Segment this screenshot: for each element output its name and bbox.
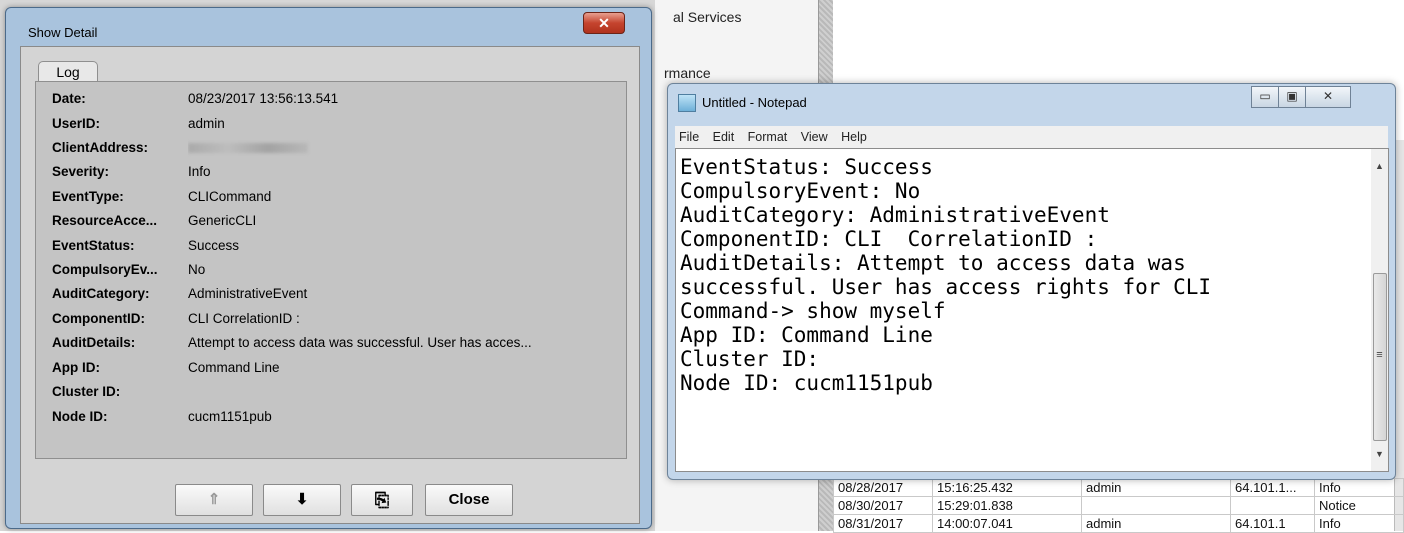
close-icon[interactable]: ✕ (1305, 86, 1351, 108)
background-log-table: 08/28/2017 15:16:25.432 admin 64.101.1..… (833, 478, 1404, 533)
maximize-icon[interactable]: ▣ (1278, 86, 1306, 108)
notepad-icon (678, 94, 696, 112)
field-label: AuditDetails: (52, 335, 136, 350)
copy-icon[interactable]: ⎘ (351, 484, 413, 516)
menu-file[interactable]: File (679, 130, 699, 144)
table-row[interactable]: 08/31/2017 14:00:07.041 admin 64.101.1 I… (833, 514, 1404, 533)
field-value: cucm1151pub (188, 409, 272, 424)
table-cell: 08/31/2017 (833, 514, 933, 533)
table-row[interactable]: 08/30/2017 15:29:01.838 Notice (833, 496, 1404, 515)
field-value: 08/23/2017 13:56:13.541 (188, 91, 339, 106)
field-value: Info (188, 164, 211, 179)
text-line: AuditCategory: AdministrativeEvent (680, 203, 1110, 227)
field-value: admin (188, 116, 225, 131)
close-button[interactable]: Close (425, 484, 513, 516)
redacted-value (188, 143, 308, 153)
text-line: Node ID: cucm1151pub (680, 371, 933, 395)
field-label: Node ID: (52, 409, 108, 424)
field-label: Cluster ID: (52, 384, 121, 399)
table-cell: 08/30/2017 (833, 496, 933, 515)
table-cell: Notice (1314, 496, 1404, 515)
table-cell (1230, 496, 1315, 515)
button-bar: ⇑ ⬇ ⎘ Close (35, 471, 625, 516)
window-title: Untitled - Notepad (702, 95, 807, 110)
scroll-up-icon[interactable]: ▲ (1371, 161, 1388, 171)
text-line: CompulsoryEvent: No (680, 179, 921, 203)
field-value: Command Line (188, 360, 280, 375)
table-cell: 64.101.1 (1230, 514, 1315, 533)
text-line: Command-> show myself (680, 299, 946, 323)
table-cell (1081, 496, 1231, 515)
menu-bar: File Edit Format View Help (675, 126, 1388, 148)
show-detail-window: Show Detail ✕ Log Date: 08/23/2017 13:56:… (5, 7, 652, 529)
field-label: Severity: (52, 164, 110, 179)
table-row[interactable]: 08/28/2017 15:16:25.432 admin 64.101.1..… (833, 478, 1404, 497)
table-cell: 14:00:07.041 (932, 514, 1082, 533)
minimize-icon[interactable]: ▭ (1251, 86, 1279, 108)
text-editor[interactable]: EventStatus: Success CompulsoryEvent: No… (675, 148, 1373, 472)
table-cell: 15:16:25.432 (932, 478, 1082, 497)
field-value: CLI CorrelationID : (188, 311, 300, 326)
text-line: successful. User has access rights for C… (680, 275, 1212, 299)
table-cell: 64.101.1... (1230, 478, 1315, 497)
field-label: Date: (52, 91, 86, 106)
previous-button[interactable]: ⇑ (175, 484, 253, 516)
text-line: App ID: Command Line (680, 323, 933, 347)
field-value: No (188, 262, 206, 277)
field-value (188, 137, 628, 160)
table-cell: Info (1314, 478, 1404, 497)
text-line: ComponentID: CLI CorrelationID : (680, 227, 1098, 251)
field-label: EventType: (52, 189, 124, 204)
vertical-scrollbar[interactable]: ▲ ≡ ▼ (1371, 148, 1389, 472)
field-value: Success (188, 238, 240, 253)
menu-view[interactable]: View (801, 130, 828, 144)
table-cell: 08/28/2017 (833, 478, 933, 497)
nav-item-services[interactable]: al Services (673, 9, 741, 25)
field-value: Attempt to access data was successful. U… (188, 335, 532, 350)
dialog-body: Log Date: 08/23/2017 13:56:13.541 UserID:… (20, 46, 640, 524)
next-button[interactable]: ⬇ (263, 484, 341, 516)
text-line: Cluster ID: (680, 347, 820, 371)
log-details-panel: Date: 08/23/2017 13:56:13.541 UserID: admi… (35, 81, 627, 459)
nav-item-performance[interactable]: rmance (664, 65, 711, 81)
menu-edit[interactable]: Edit (713, 130, 735, 144)
field-label: App ID: (52, 360, 100, 375)
field-value: CLICommand (188, 189, 272, 204)
menu-format[interactable]: Format (748, 130, 788, 144)
field-label: UserID: (52, 116, 101, 131)
field-label: AuditCategory: (52, 286, 150, 301)
text-line: AuditDetails: Attempt to access data was (680, 251, 1186, 275)
notepad-window: Untitled - Notepad ▭ ▣ ✕ File Edit Forma… (667, 83, 1396, 480)
grip-icon: ≡ (1376, 349, 1383, 361)
field-label: ComponentID: (52, 311, 145, 326)
scroll-down-icon[interactable]: ▼ (1371, 449, 1388, 459)
menu-help[interactable]: Help (841, 130, 867, 144)
tab-log[interactable]: Log (38, 61, 98, 82)
field-label: EventStatus: (52, 238, 135, 253)
table-cell: 15:29:01.838 (932, 496, 1082, 515)
field-value: GenericCLI (188, 213, 257, 228)
table-cell: admin (1081, 478, 1231, 497)
close-icon[interactable]: ✕ (583, 12, 625, 34)
window-title: Show Detail (28, 25, 98, 40)
field-label: CompulsoryEv... (52, 262, 158, 277)
table-cell: admin (1081, 514, 1231, 533)
field-label: ResourceAcce... (52, 213, 158, 228)
table-cell: Info (1314, 514, 1404, 533)
text-line: EventStatus: Success (680, 155, 933, 179)
field-value: AdministrativeEvent (188, 286, 308, 301)
field-label: ClientAddress: (52, 140, 149, 155)
